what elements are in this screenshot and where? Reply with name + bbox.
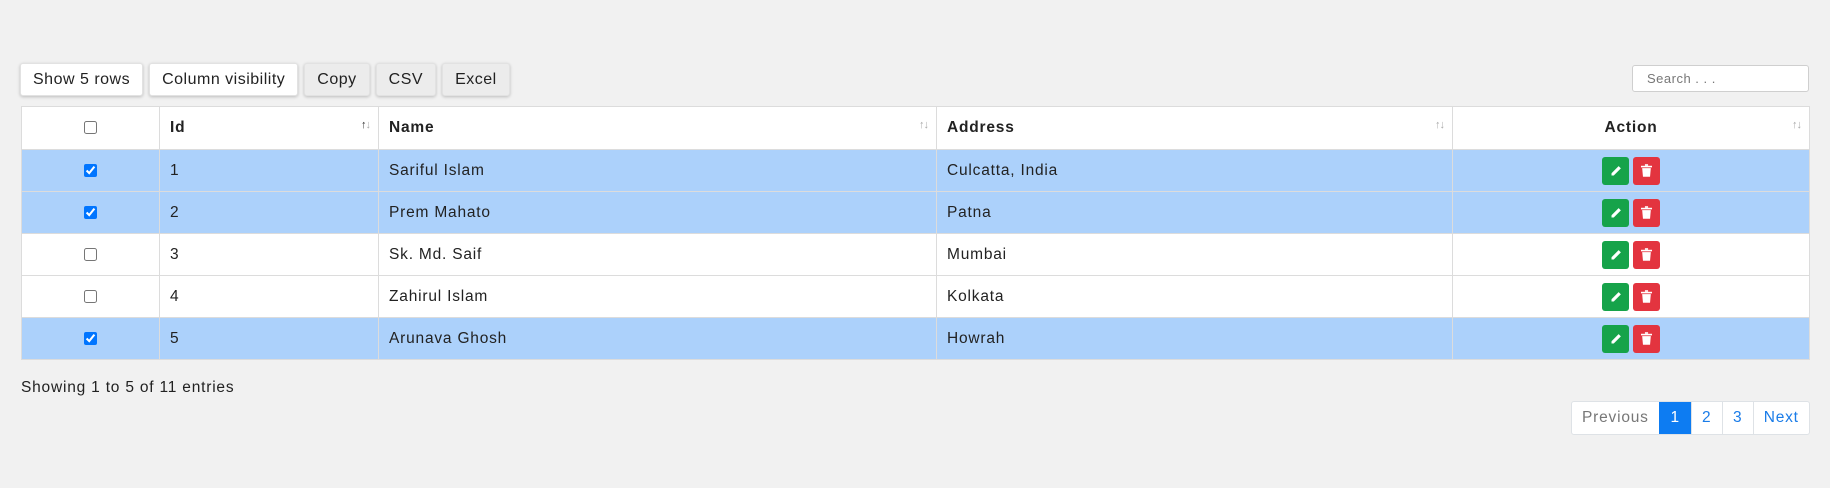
pagination: Previous 1 2 3 Next: [1571, 401, 1810, 435]
select-all-checkbox[interactable]: [84, 121, 97, 135]
column-visibility-button[interactable]: Column visibility: [149, 63, 299, 96]
cell-name: Sk. Md. Saif: [378, 233, 937, 276]
cell-action: [1452, 191, 1810, 234]
column-header-name[interactable]: Name ↑↓: [378, 106, 937, 150]
row-select-checkbox[interactable]: [84, 205, 97, 219]
column-header-label: Action: [1604, 119, 1658, 136]
delete-button[interactable]: [1633, 324, 1660, 353]
table-toolbar: Show 5 rows Column visibility Copy CSV E…: [20, 63, 510, 96]
cell-action: [1452, 233, 1810, 276]
table-row[interactable]: 1 Sariful Islam Culcatta, India: [21, 149, 1810, 192]
search-input[interactable]: [1632, 65, 1809, 92]
cell-id: 3: [159, 233, 379, 276]
row-select-cell: [21, 233, 160, 276]
table-row[interactable]: 2 Prem Mahato Patna: [21, 191, 1810, 234]
delete-button[interactable]: [1633, 240, 1660, 269]
edit-button[interactable]: [1602, 324, 1629, 353]
edit-button[interactable]: [1602, 240, 1629, 269]
table-info: Showing 1 to 5 of 11 entries: [21, 379, 235, 396]
delete-button[interactable]: [1633, 198, 1660, 227]
trash-icon: [1641, 332, 1652, 345]
cell-name: Zahirul Islam: [378, 275, 937, 318]
pencil-icon: [1611, 333, 1621, 343]
edit-button[interactable]: [1602, 282, 1629, 311]
column-header-action[interactable]: Action ↑↓: [1452, 106, 1810, 150]
trash-icon: [1641, 206, 1652, 219]
excel-button[interactable]: Excel: [442, 63, 510, 96]
trash-icon: [1641, 248, 1652, 261]
trash-icon: [1641, 290, 1652, 303]
page-button-1[interactable]: 1: [1658, 402, 1691, 434]
cell-id: 2: [159, 191, 379, 234]
pencil-icon: [1611, 291, 1621, 301]
trash-icon: [1641, 164, 1652, 177]
table-row[interactable]: 4 Zahirul Islam Kolkata: [21, 275, 1810, 318]
sort-icon: ↑↓: [919, 119, 929, 131]
edit-button[interactable]: [1602, 156, 1629, 185]
column-header-address[interactable]: Address ↑↓: [936, 106, 1453, 150]
row-select-cell: [21, 317, 160, 360]
row-select-cell: [21, 275, 160, 318]
column-header-id[interactable]: Id ↑↓: [159, 106, 379, 150]
table-row[interactable]: 3 Sk. Md. Saif Mumbai: [21, 233, 1810, 276]
cell-action: [1452, 149, 1810, 192]
copy-button[interactable]: Copy: [304, 63, 370, 96]
cell-action: [1452, 275, 1810, 318]
row-select-cell: [21, 191, 160, 234]
cell-name: Arunava Ghosh: [378, 317, 937, 360]
pencil-icon: [1611, 165, 1621, 175]
pencil-icon: [1611, 249, 1621, 259]
row-select-checkbox[interactable]: [84, 331, 97, 345]
delete-button[interactable]: [1633, 282, 1660, 311]
cell-id: 1: [159, 149, 379, 192]
table-row[interactable]: 5 Arunava Ghosh Howrah: [21, 317, 1810, 360]
cell-address: Mumbai: [936, 233, 1453, 276]
row-select-checkbox[interactable]: [84, 163, 97, 177]
row-select-checkbox[interactable]: [84, 247, 97, 261]
sort-ascending-icon: ↑↓: [361, 119, 371, 131]
cell-id: 5: [159, 317, 379, 360]
csv-button[interactable]: CSV: [375, 63, 437, 96]
select-all-header: [21, 106, 160, 150]
column-header-label: Id: [170, 119, 186, 136]
column-header-label: Name: [389, 119, 435, 136]
cell-address: Patna: [936, 191, 1453, 234]
table-header-row: Id ↑↓ Name ↑↓ Address ↑↓ Action ↑↓: [21, 106, 1810, 150]
cell-address: Culcatta, India: [936, 149, 1453, 192]
data-table: Id ↑↓ Name ↑↓ Address ↑↓ Action ↑↓ 1 Sari…: [21, 106, 1810, 360]
sort-icon: ↑↓: [1435, 119, 1445, 131]
pencil-icon: [1611, 207, 1621, 217]
row-select-checkbox[interactable]: [84, 289, 97, 303]
column-header-label: Address: [947, 119, 1015, 136]
previous-page-button[interactable]: Previous: [1572, 402, 1659, 434]
cell-address: Kolkata: [936, 275, 1453, 318]
edit-button[interactable]: [1602, 198, 1629, 227]
next-page-button[interactable]: Next: [1752, 402, 1809, 434]
cell-action: [1452, 317, 1810, 360]
cell-id: 4: [159, 275, 379, 318]
cell-address: Howrah: [936, 317, 1453, 360]
page-button-3[interactable]: 3: [1721, 402, 1753, 434]
cell-name: Prem Mahato: [378, 191, 937, 234]
cell-name: Sariful Islam: [378, 149, 937, 192]
show-rows-button[interactable]: Show 5 rows: [20, 63, 144, 96]
page-button-2[interactable]: 2: [1690, 402, 1722, 434]
row-select-cell: [21, 149, 160, 192]
sort-icon: ↑↓: [1792, 119, 1802, 131]
delete-button[interactable]: [1633, 156, 1660, 185]
